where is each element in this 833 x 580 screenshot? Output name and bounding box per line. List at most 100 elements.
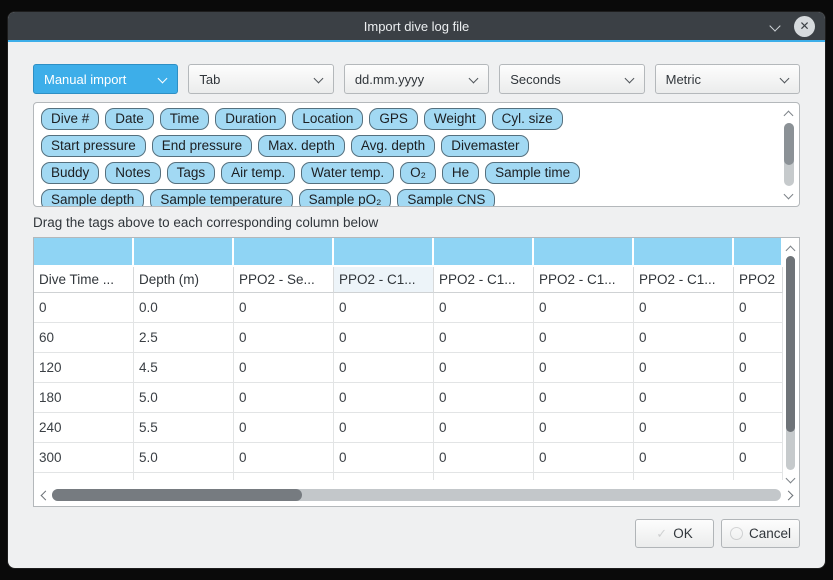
titlebar[interactable]: Import dive log file ✕ xyxy=(8,12,825,40)
tag-weight[interactable]: Weight xyxy=(424,108,486,130)
tag-sample-po[interactable]: Sample pO₂ xyxy=(299,189,392,207)
column-drop-zone[interactable] xyxy=(534,238,634,265)
dialog-content: Manual importTabdd.mm.yyyySecondsMetric … xyxy=(8,42,825,568)
table-cell: 300 xyxy=(34,443,134,473)
shade-chevron-down-icon[interactable] xyxy=(771,20,780,29)
table-cell: 180 xyxy=(34,383,134,413)
table-cell: 0 xyxy=(634,293,734,323)
table-cell: 0 xyxy=(434,293,534,323)
column-drop-zone[interactable] xyxy=(334,238,434,265)
dropdown-duration-format[interactable]: Seconds xyxy=(499,64,644,94)
tag-time[interactable]: Time xyxy=(160,108,210,130)
tag-row: Start pressure End pressure Max. depth Avg.… xyxy=(41,135,773,157)
dropdown-selected-value: Metric xyxy=(666,72,701,87)
dropdown-units[interactable]: Metric xyxy=(655,64,800,94)
table-cell: 0 xyxy=(634,353,734,383)
scrollbar-thumb[interactable] xyxy=(52,489,302,501)
tag-dive[interactable]: Dive # xyxy=(41,108,99,130)
tag-notes[interactable]: Notes xyxy=(105,162,160,184)
table-partial-row xyxy=(34,473,783,480)
scroll-down-icon[interactable] xyxy=(785,191,793,199)
tag-water-temp[interactable]: Water temp. xyxy=(301,162,394,184)
window-title: Import dive log file xyxy=(8,19,825,34)
tag-sample-depth[interactable]: Sample depth xyxy=(41,189,144,207)
scroll-down-icon[interactable] xyxy=(787,475,795,483)
scroll-up-icon[interactable] xyxy=(787,245,795,253)
table-cell: 5.0 xyxy=(134,443,234,473)
column-drop-zone[interactable] xyxy=(434,238,534,265)
dropdown-row: Manual import Tab dd.mm.yyyy Seconds Metric xyxy=(33,64,800,94)
column-header[interactable]: PPO2 xyxy=(734,267,783,293)
table-cell: 120 xyxy=(34,353,134,383)
table-cell: 0 xyxy=(734,323,783,353)
dropdown-date-format[interactable]: dd.mm.yyyy xyxy=(344,64,489,94)
column-header[interactable]: PPO2 - Se... xyxy=(234,267,334,293)
table-row: 1805.0000000 xyxy=(34,383,783,413)
column-drop-zone[interactable] xyxy=(34,238,134,265)
tag-gps[interactable]: GPS xyxy=(369,108,418,130)
tag-cyl-size[interactable]: Cyl. size xyxy=(492,108,563,130)
chevron-down-icon xyxy=(626,75,634,83)
table-cell: 0 xyxy=(34,293,134,323)
cancel-button[interactable]: Cancel xyxy=(721,519,800,548)
tag-max-depth[interactable]: Max. depth xyxy=(258,135,345,157)
table-cell xyxy=(334,473,434,480)
table-cell xyxy=(134,473,234,480)
tag-sample-cns[interactable]: Sample CNS xyxy=(397,189,495,207)
column-drop-zone[interactable] xyxy=(134,238,234,265)
scroll-left-icon[interactable] xyxy=(40,492,48,500)
scrollbar-thumb[interactable] xyxy=(784,123,794,165)
column-drop-zone[interactable] xyxy=(634,238,734,265)
column-header[interactable]: PPO2 - C1... xyxy=(334,267,434,293)
scrollbar-thumb[interactable] xyxy=(786,256,795,432)
table-horizontal-scrollbar[interactable] xyxy=(36,486,797,505)
tag-avg-depth[interactable]: Avg. depth xyxy=(351,135,435,157)
tag-duration[interactable]: Duration xyxy=(215,108,286,130)
dropdown-import-mode[interactable]: Manual import xyxy=(33,64,178,94)
tag-row: Buddy Notes TagsAir temp. Water temp. O₂ He Sa… xyxy=(41,162,773,184)
table-cell: 0 xyxy=(534,293,634,323)
close-icon[interactable]: ✕ xyxy=(794,16,815,37)
chevron-down-icon xyxy=(159,75,167,83)
dropdown-selected-value: Tab xyxy=(199,72,220,87)
column-header[interactable]: PPO2 - C1... xyxy=(534,267,634,293)
tag-buddy[interactable]: Buddy xyxy=(41,162,99,184)
check-icon: ✓ xyxy=(656,526,667,542)
table-vertical-scrollbar[interactable] xyxy=(784,240,798,484)
table-cell: 0 xyxy=(234,443,334,473)
column-header[interactable]: PPO2 - C1... xyxy=(434,267,534,293)
ok-button[interactable]: ✓ OK xyxy=(635,519,714,548)
import-dialog: Import dive log file ✕ Manual import Tab d… xyxy=(8,12,825,568)
column-header[interactable]: Depth (m) xyxy=(134,267,234,293)
tag-he[interactable]: He xyxy=(442,162,479,184)
table-cell: 60 xyxy=(34,323,134,353)
tag-sample-temperature[interactable]: Sample temperature xyxy=(150,189,292,207)
column-header[interactable]: PPO2 - C1... xyxy=(634,267,734,293)
column-header[interactable]: Dive Time ... xyxy=(34,267,134,293)
column-drop-zone[interactable] xyxy=(234,238,334,265)
tag-date[interactable]: Date xyxy=(105,108,154,130)
table-cell: 5.5 xyxy=(134,413,234,443)
tags-vertical-scrollbar[interactable] xyxy=(782,105,796,204)
table-cell: 0 xyxy=(734,443,783,473)
table-cell: 4.5 xyxy=(134,353,234,383)
tag-o[interactable]: O₂ xyxy=(400,162,436,184)
tag-rows: Dive # Date TimeDuration Location GPS Weight C… xyxy=(41,108,773,207)
scroll-right-icon[interactable] xyxy=(785,492,793,500)
tag-divemaster[interactable]: Divemaster xyxy=(441,135,529,157)
table-cell: 2.5 xyxy=(134,323,234,353)
tag-tags[interactable]: Tags xyxy=(167,162,216,184)
tag-sample-time[interactable]: Sample time xyxy=(485,162,580,184)
tag-end-pressure[interactable]: End pressure xyxy=(152,135,252,157)
column-drop-zone[interactable] xyxy=(734,238,783,265)
table-cell: 0 xyxy=(334,353,434,383)
tag-start-pressure[interactable]: Start pressure xyxy=(41,135,146,157)
tag-air-temp[interactable]: Air temp. xyxy=(221,162,295,184)
scroll-up-icon[interactable] xyxy=(785,110,793,118)
dropdown-field-separator[interactable]: Tab xyxy=(188,64,333,94)
table-cell: 0 xyxy=(734,353,783,383)
table-cell: 0 xyxy=(534,413,634,443)
tag-location[interactable]: Location xyxy=(292,108,363,130)
table-cell: 0 xyxy=(434,353,534,383)
table-cell: 0 xyxy=(234,383,334,413)
